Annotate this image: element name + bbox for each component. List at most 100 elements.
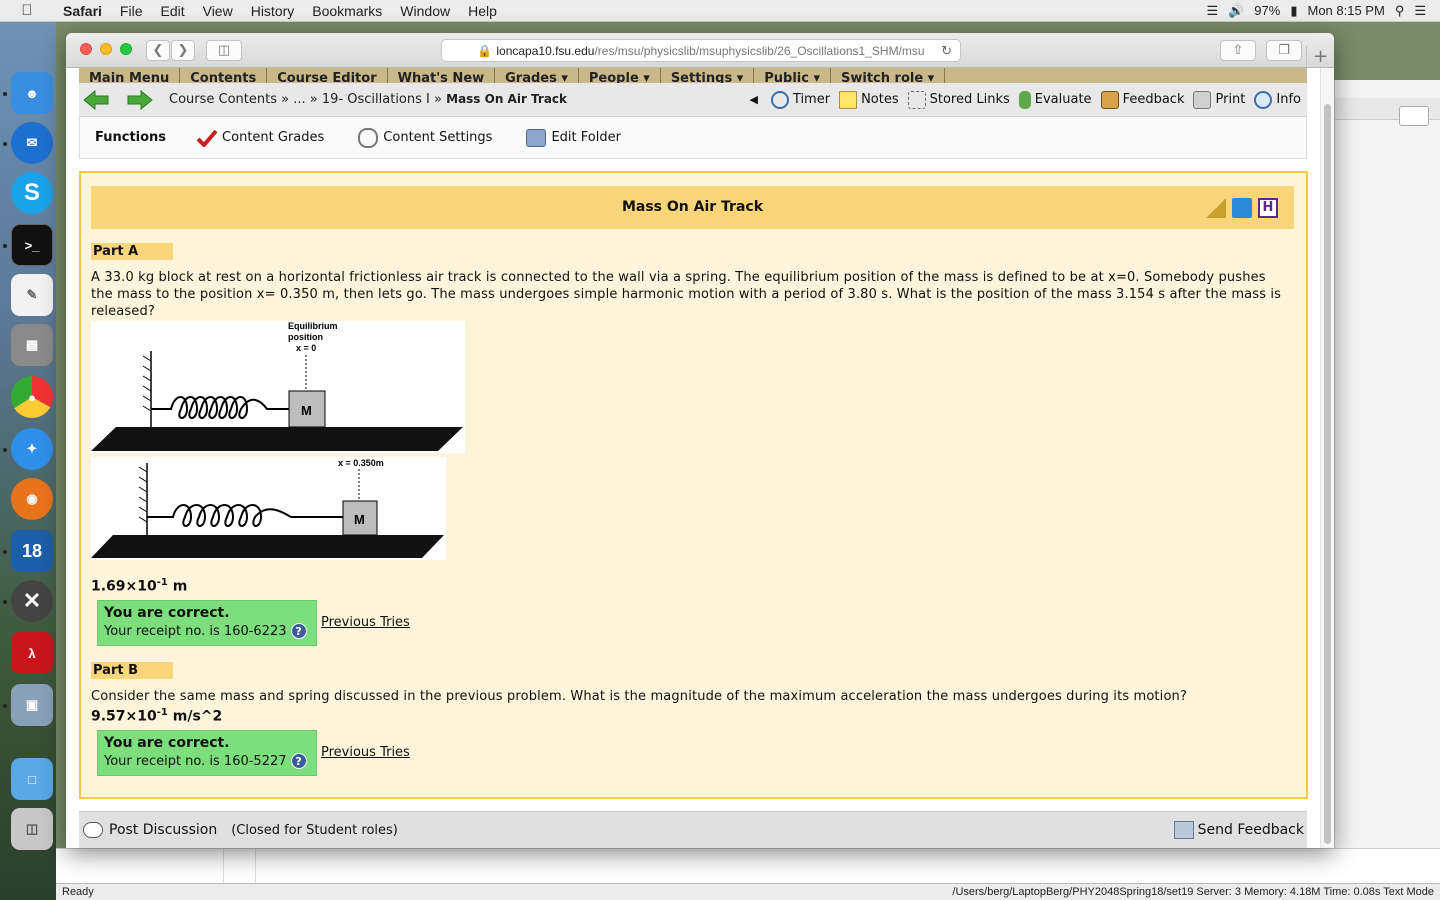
discussion-icon (83, 822, 103, 838)
menu-app-safari[interactable]: Safari (54, 3, 111, 19)
content-grades-link[interactable]: Content Grades (197, 129, 324, 147)
calculator-icon[interactable]: ▦ (11, 324, 53, 366)
url-host: loncapa10.fsu.edu (496, 43, 595, 58)
menu-edit[interactable]: Edit (151, 3, 193, 19)
diagram-equilibrium-drawing: Equilibrium position x = 0 M (91, 321, 463, 451)
share-icon[interactable]: ⇧ (1220, 40, 1256, 61)
print-tool[interactable]: Print (1193, 90, 1245, 109)
clock[interactable]: Mon 8:15 PM (1307, 3, 1384, 18)
menu-whats-new[interactable]: What's New (388, 68, 496, 83)
menu-switch-role[interactable]: Switch role ▾ (831, 68, 946, 83)
part-a-receipt-text: Your receipt no. is 160-6223 (104, 623, 287, 639)
notification-center-icon[interactable]: ☰ (1414, 3, 1426, 19)
menu-file[interactable]: File (111, 3, 152, 19)
terminal-icon[interactable]: >_ (11, 224, 53, 266)
part-b-previous-tries-link[interactable]: Previous Tries (321, 745, 410, 760)
content-settings-link[interactable]: Content Settings (358, 127, 492, 148)
menu-bookmarks[interactable]: Bookmarks (303, 3, 391, 19)
page-content: Main Menu Contents Course Editor What's … (66, 68, 1334, 848)
acrobat-icon[interactable]: λ (11, 632, 53, 674)
wifi-icon[interactable]: ☰ (1206, 3, 1218, 19)
trash-icon[interactable]: ◫ (11, 808, 53, 850)
evaluate-tool[interactable]: Evaluate (1018, 90, 1092, 109)
dock-running-dot (3, 704, 7, 708)
back-icon[interactable]: ❮ (146, 40, 170, 61)
new-tab-button[interactable]: + (1306, 46, 1334, 68)
breadcrumb: Course Contents » ... » 19- Oscillations… (169, 92, 567, 107)
part-a-answer: 1.69×10-1 m (91, 577, 187, 595)
tabs-overview-icon[interactable]: ❐ (1266, 40, 1302, 61)
feedback-tool[interactable]: Feedback (1100, 90, 1184, 109)
reload-icon[interactable]: ↻ (941, 43, 952, 59)
evaluate-label: Evaluate (1034, 92, 1092, 107)
edit-pencil-icon[interactable] (1232, 198, 1252, 218)
menu-contents[interactable]: Contents (180, 68, 268, 83)
stored-links-label: Stored Links (929, 92, 1010, 107)
volume-icon[interactable]: 🔊 (1228, 3, 1244, 19)
next-resource-icon[interactable] (127, 89, 153, 110)
finder-icon[interactable]: ☻ (11, 72, 53, 114)
menu-settings[interactable]: Settings ▾ (661, 68, 755, 83)
notes-tool[interactable]: Notes (839, 90, 899, 109)
breadcrumb-course-contents[interactable]: Course Contents (169, 92, 277, 107)
vertical-scrollbar[interactable] (1320, 68, 1334, 848)
menu-public[interactable]: Public ▾ (754, 68, 831, 83)
breadcrumb-ellipsis[interactable]: ... (293, 92, 305, 107)
scrollbar-thumb[interactable] (1324, 104, 1331, 844)
diagram-label-equilibrium: Equilibrium (288, 321, 338, 331)
menu-window[interactable]: Window (391, 3, 459, 19)
zoom-window-button[interactable] (120, 43, 132, 55)
battery-icon[interactable]: ▮ (1290, 3, 1297, 19)
safari-icon[interactable]: ✦ (11, 428, 53, 470)
status-path-info: /Users/berg/LaptopBerg/PHY2048Spring18/s… (952, 886, 1434, 898)
apple-menu-icon[interactable]:  (0, 2, 54, 19)
ruler-triangle-icon[interactable] (1206, 198, 1226, 218)
navigation-bar: Course Contents » ... » 19- Oscillations… (79, 83, 1307, 117)
info-tool[interactable]: Info (1254, 90, 1301, 109)
collapse-tools-icon[interactable]: ◀ (749, 93, 757, 106)
sidebar-toggle-icon[interactable]: ◫ (206, 40, 242, 61)
skype-icon[interactable]: S (11, 172, 53, 214)
menu-history[interactable]: History (242, 3, 304, 19)
menu-help[interactable]: Help (459, 3, 506, 19)
menu-people[interactable]: People ▾ (579, 68, 661, 83)
firefox-icon[interactable]: ◉ (11, 478, 53, 520)
help-icon[interactable]: ? (290, 623, 307, 639)
forward-icon[interactable]: ❯ (171, 40, 195, 61)
menu-view[interactable]: View (194, 3, 242, 19)
spotlight-icon[interactable]: ⚲ (1395, 3, 1405, 19)
textedit-icon[interactable]: ✎ (11, 274, 53, 316)
help-icon[interactable]: ? (290, 753, 307, 769)
menu-course-editor[interactable]: Course Editor (267, 68, 388, 83)
info-icon (1254, 90, 1273, 109)
preview-icon[interactable]: ▣ (11, 684, 53, 726)
loncapa-main-menu: Main Menu Contents Course Editor What's … (79, 68, 1307, 83)
edit-folder-link[interactable]: Edit Folder (526, 128, 621, 147)
diagram-label-x350: x = 0.350m (338, 458, 384, 468)
problem-container: Mass On Air Track H Part A A 33.0 kg blo… (79, 171, 1308, 799)
battery-percent[interactable]: 97% (1254, 3, 1280, 18)
breadcrumb-current: Mass On Air Track (446, 92, 568, 106)
thumbs-up-icon (1018, 90, 1031, 109)
post-discussion[interactable]: Post Discussion (Closed for Student role… (83, 822, 398, 838)
address-bar[interactable]: 🔒 loncapa10.fsu.edu /res/msu/physicslib/… (441, 39, 961, 62)
breadcrumb-separator: » (309, 92, 318, 107)
send-feedback-link[interactable]: Send Feedback (1173, 821, 1304, 839)
breadcrumb-folder[interactable]: 19- Oscillations I (322, 92, 430, 107)
previous-resource-icon[interactable] (83, 89, 109, 110)
close-window-button[interactable] (80, 43, 92, 55)
h-help-icon[interactable]: H (1258, 198, 1278, 218)
background-window-button[interactable] (1399, 106, 1429, 126)
macos-menubar:  Safari File Edit View History Bookmark… (0, 0, 1440, 22)
menu-main-menu[interactable]: Main Menu (79, 68, 181, 83)
stored-links-tool[interactable]: Stored Links (907, 90, 1010, 109)
calendar-icon[interactable]: 18 (11, 530, 53, 572)
x11-icon[interactable]: ✕ (11, 580, 53, 622)
timer-tool[interactable]: Timer (770, 90, 830, 109)
chrome-icon[interactable]: ● (11, 376, 53, 418)
part-a-previous-tries-link[interactable]: Previous Tries (321, 615, 410, 630)
folder-icon[interactable]: □ (11, 758, 53, 800)
menu-grades[interactable]: Grades ▾ (495, 68, 579, 83)
minimize-window-button[interactable] (100, 43, 112, 55)
thunderbird-icon[interactable]: ✉ (11, 122, 53, 164)
